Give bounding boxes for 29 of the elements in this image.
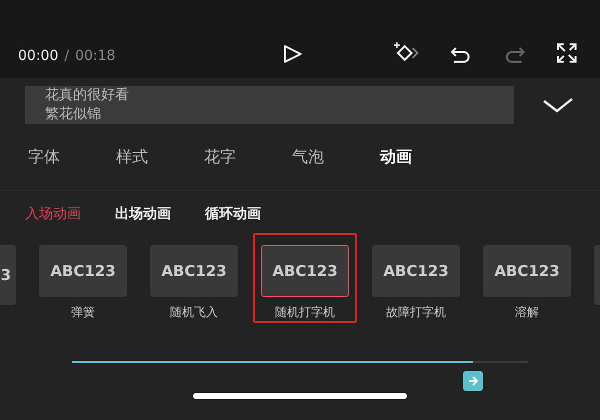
animation-label: 随机打字机 xyxy=(275,304,335,321)
animation-preview-tile[interactable]: 3 xyxy=(0,245,16,305)
sub-tab[interactable]: 循环动画 xyxy=(205,205,261,223)
animation-preview-tile[interactable]: ABC123 xyxy=(39,245,127,297)
tab[interactable]: 气泡 xyxy=(282,144,370,170)
animation-preview-tile[interactable]: ABC123 xyxy=(483,245,571,297)
sub-tab[interactable]: 入场动画 xyxy=(25,205,81,223)
animation-preview-tile[interactable]: ABC123 xyxy=(150,245,238,297)
play-icon[interactable] xyxy=(282,44,304,64)
sub-tab[interactable]: 出场动画 xyxy=(115,205,171,223)
add-keyframe-icon[interactable] xyxy=(392,42,422,64)
animation-label: 弹簧 xyxy=(71,304,95,321)
time-separator: / xyxy=(64,48,70,64)
animation-label: 故障打字机 xyxy=(386,304,446,321)
total-time: 00:18 xyxy=(75,48,116,64)
text-input-field[interactable]: 花真的很好看 繁花似锦 xyxy=(25,86,514,124)
animation-label: 随机飞入 xyxy=(170,304,218,321)
selected-animation-frame[interactable]: ABC123 随机打字机 xyxy=(253,233,357,323)
slider-handle[interactable] xyxy=(463,371,484,391)
tab[interactable]: 花字 xyxy=(194,144,282,170)
tab[interactable]: 字体 xyxy=(18,144,106,170)
confirm-check-icon[interactable] xyxy=(542,95,574,115)
animation-preview-tile[interactable]: ABC123 xyxy=(261,245,349,297)
current-time: 00:00 xyxy=(18,48,58,64)
tab[interactable]: 样式 xyxy=(106,144,194,170)
fullscreen-icon[interactable] xyxy=(556,42,578,64)
animation-preview-tile[interactable]: ABC123 xyxy=(372,245,460,297)
tab[interactable]: 动画 xyxy=(370,144,458,170)
animation-label: 溶解 xyxy=(515,304,539,321)
